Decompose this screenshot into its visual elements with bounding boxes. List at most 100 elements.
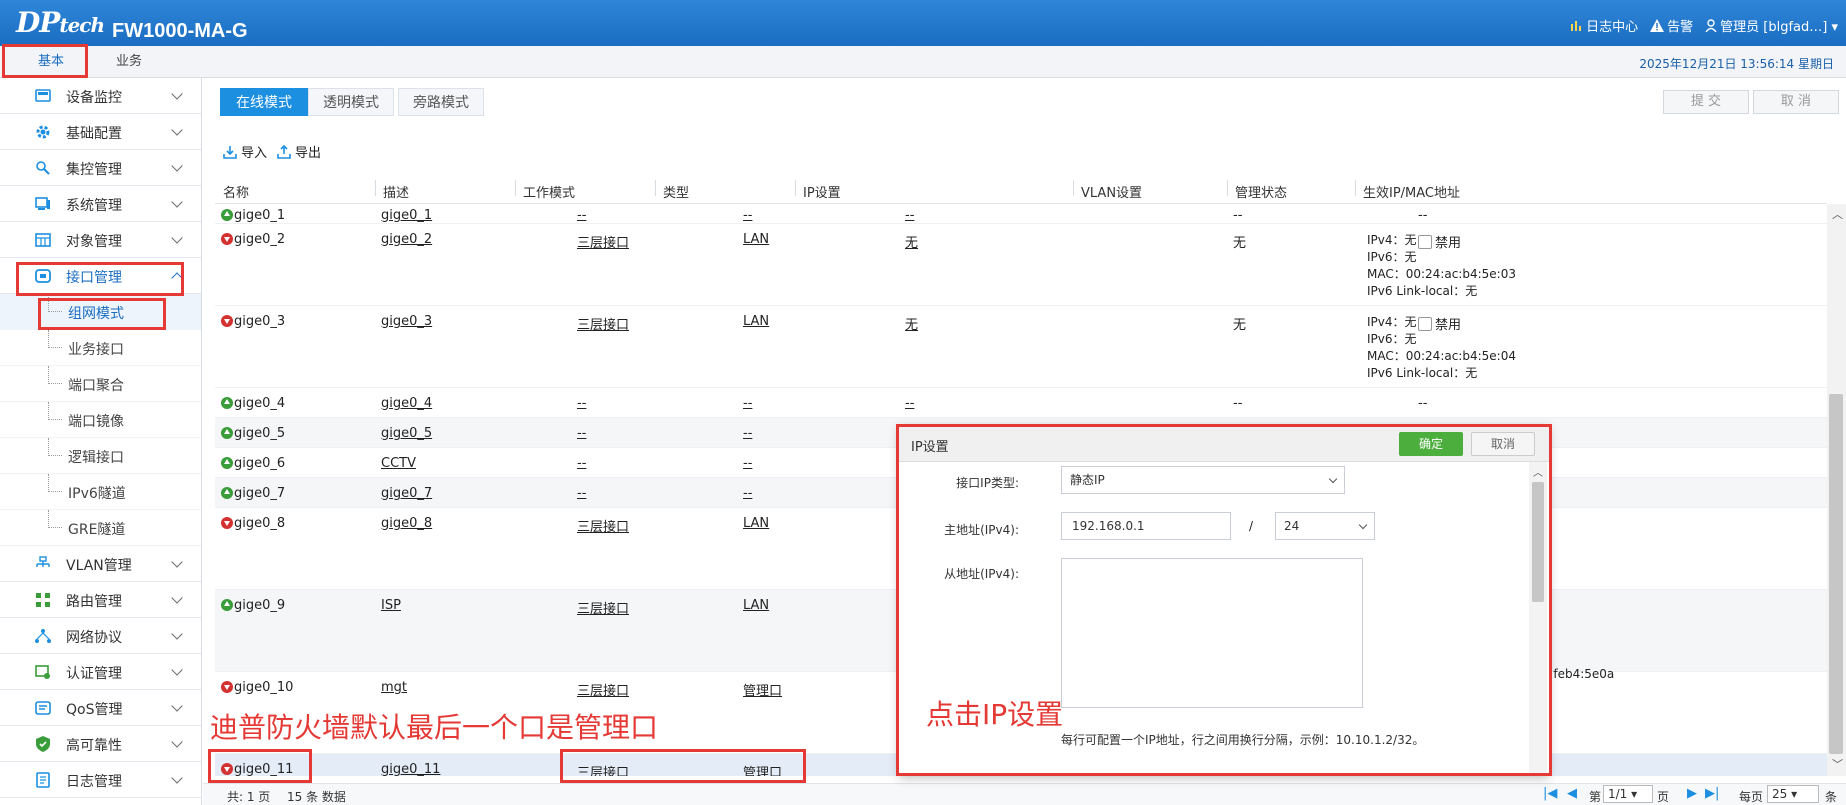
sidebar-item-object-mgmt[interactable]: 对象管理 — [0, 222, 201, 258]
ip-type-select[interactable]: 静态IP — [1061, 466, 1345, 494]
submit-button[interactable]: 提 交 — [1663, 90, 1749, 114]
interface-desc[interactable]: gige0_4 — [381, 396, 432, 411]
tab-bypass-mode[interactable]: 旁路模式 — [398, 88, 484, 116]
type-link[interactable]: LAN — [743, 516, 769, 531]
ip-setting-link[interactable]: 无 — [905, 314, 918, 333]
interface-desc[interactable]: gige0_2 — [381, 232, 432, 247]
work-mode-link[interactable]: -- — [577, 486, 586, 501]
type-link[interactable]: -- — [743, 396, 752, 411]
sidebar-subitem-gre-tunnel[interactable]: GRE隧道 — [0, 510, 201, 546]
sidebar-item-auth-mgmt[interactable]: 认证管理 — [0, 654, 201, 690]
table-row[interactable]: gige0_4 gige0_4 -- -- -- -- -- — [215, 388, 1827, 418]
export-button[interactable]: 导出 — [277, 142, 321, 161]
user-menu[interactable]: 管理员 [blgfad…] ▾ — [1705, 16, 1838, 35]
sidebar-item-interface-mgmt[interactable]: 接口管理 — [0, 258, 201, 294]
ip-type-label: 接口IP类型: — [956, 476, 1019, 490]
sidebar-item-log-mgmt[interactable]: 日志管理 — [0, 762, 201, 798]
interface-icon — [35, 269, 51, 283]
last-page-icon[interactable]: ▶| — [1705, 786, 1719, 801]
type-link[interactable]: 管理口 — [743, 762, 782, 776]
table-row[interactable]: gige0_1 gige0_1 -- -- -- -- -- — [215, 204, 1827, 224]
next-page-icon[interactable]: ▶ — [1687, 786, 1697, 801]
work-mode-link[interactable]: 三层接口 — [577, 598, 629, 617]
work-mode-link[interactable]: 三层接口 — [577, 314, 629, 333]
cancel-button[interactable]: 取 消 — [1753, 90, 1839, 114]
interface-desc[interactable]: gige0_5 — [381, 426, 432, 441]
interface-name: gige0_4 — [221, 396, 285, 411]
ip-setting-link[interactable]: 无 — [905, 232, 918, 251]
column-header-name: 名称 — [223, 186, 250, 201]
status-down-icon — [221, 763, 233, 775]
log-center-link[interactable]: 日志中心 — [1570, 16, 1638, 35]
mask-select[interactable]: 24 — [1275, 512, 1375, 540]
confirm-button[interactable]: 确定 — [1399, 432, 1463, 456]
table-scrollbar[interactable]: ︿ ﹀ — [1827, 204, 1846, 776]
sidebar-item-device-monitor[interactable]: 设备监控 — [0, 78, 201, 114]
sidebar-subitem-business-interface[interactable]: 业务接口 — [0, 330, 201, 366]
dialog-scrollbar[interactable]: ︿ — [1529, 462, 1547, 776]
sidebar-subitem-logical-interface[interactable]: 逻辑接口 — [0, 438, 201, 474]
vlan-setting: 无 — [1233, 318, 1247, 333]
sidebar-subitem-port-aggregation[interactable]: 端口聚合 — [0, 366, 201, 402]
tab-online-mode[interactable]: 在线模式 — [220, 88, 308, 116]
work-mode-link[interactable]: -- — [577, 396, 586, 411]
sidebar-item-route-mgmt[interactable]: 路由管理 — [0, 582, 201, 618]
sidebar-subitem-port-mirror[interactable]: 端口镜像 — [0, 402, 201, 438]
tab-transparent-mode[interactable]: 透明模式 — [308, 88, 394, 116]
type-link[interactable]: -- — [743, 456, 752, 471]
sidebar-item-central-control[interactable]: 集控管理 — [0, 150, 201, 186]
type-link[interactable]: LAN — [743, 598, 769, 613]
sidebar-item-high-availability[interactable]: 高可靠性 — [0, 726, 201, 762]
sidebar-item-vlan-mgmt[interactable]: VLAN管理 — [0, 546, 201, 582]
column-header-admin: 管理状态 — [1235, 186, 1288, 201]
first-page-icon[interactable]: |◀ — [1543, 786, 1557, 801]
prev-page-icon[interactable]: ◀ — [1567, 786, 1577, 801]
table-row[interactable]: gige0_2 gige0_2 三层接口 LAN 无无禁用 IPv4：无 IPv6：无 MAC… — [215, 224, 1827, 306]
work-mode-link[interactable]: -- — [577, 426, 586, 441]
per-page-select[interactable]: 25 ▾ — [1767, 785, 1819, 803]
sidebar-item-system-mgmt[interactable]: 系统管理 — [0, 186, 201, 222]
interface-desc[interactable]: gige0_8 — [381, 516, 432, 531]
type-link[interactable]: LAN — [743, 314, 769, 329]
secondary-ip-textarea[interactable] — [1061, 558, 1363, 708]
type-link[interactable]: -- — [743, 426, 752, 441]
type-link[interactable]: -- — [743, 208, 752, 223]
work-mode-link[interactable]: 三层接口 — [577, 516, 629, 535]
interface-desc[interactable]: CCTV — [381, 456, 416, 471]
route-icon — [36, 593, 50, 607]
work-mode-link[interactable]: -- — [577, 208, 586, 223]
status-down-icon — [221, 315, 233, 327]
type-link[interactable]: LAN — [743, 232, 769, 247]
import-icon — [223, 145, 237, 159]
sidebar-subitem-network-mode[interactable]: 组网模式 — [0, 294, 201, 330]
tab-basic[interactable]: 基本 — [8, 46, 94, 78]
work-mode-link[interactable]: 三层接口 — [577, 762, 629, 776]
alarm-link[interactable]: 告警 — [1650, 16, 1693, 35]
tab-business[interactable]: 业务 — [94, 46, 164, 78]
primary-ip-input[interactable]: 192.168.0.1 — [1061, 512, 1231, 540]
dialog-cancel-button[interactable]: 取消 — [1471, 432, 1535, 456]
warning-icon — [1650, 19, 1665, 32]
interface-desc[interactable]: ISP — [381, 598, 401, 613]
sidebar-item-basic-config[interactable]: 基础配置 — [0, 114, 201, 150]
sidebar-item-network-protocol[interactable]: 网络协议 — [0, 618, 201, 654]
sidebar-subitem-ipv6-tunnel[interactable]: IPv6隧道 — [0, 474, 201, 510]
ip-setting-link[interactable]: -- — [905, 396, 914, 411]
type-link[interactable]: 管理口 — [743, 680, 782, 699]
interface-desc[interactable]: gige0_11 — [381, 762, 440, 776]
ip-setting-link[interactable]: -- — [905, 208, 914, 223]
page-select[interactable]: 1/1 ▾ — [1603, 785, 1653, 803]
log-icon — [36, 772, 50, 788]
work-mode-link[interactable]: 三层接口 — [577, 232, 629, 251]
type-link[interactable]: -- — [743, 486, 752, 501]
work-mode-link[interactable]: 三层接口 — [577, 680, 629, 699]
interface-desc[interactable]: mgt — [381, 680, 407, 695]
sidebar-item-qos-mgmt[interactable]: QoS管理 — [0, 690, 201, 726]
interface-desc[interactable]: gige0_7 — [381, 486, 432, 501]
work-mode-link[interactable]: -- — [577, 456, 586, 471]
table-row[interactable]: gige0_3 gige0_3 三层接口 LAN 无无禁用 IPv4：无 IPv6：无 MAC… — [215, 306, 1827, 388]
user-icon — [1705, 19, 1717, 32]
interface-desc[interactable]: gige0_1 — [381, 208, 432, 223]
import-button[interactable]: 导入 — [223, 142, 267, 161]
interface-desc[interactable]: gige0_3 — [381, 314, 432, 329]
